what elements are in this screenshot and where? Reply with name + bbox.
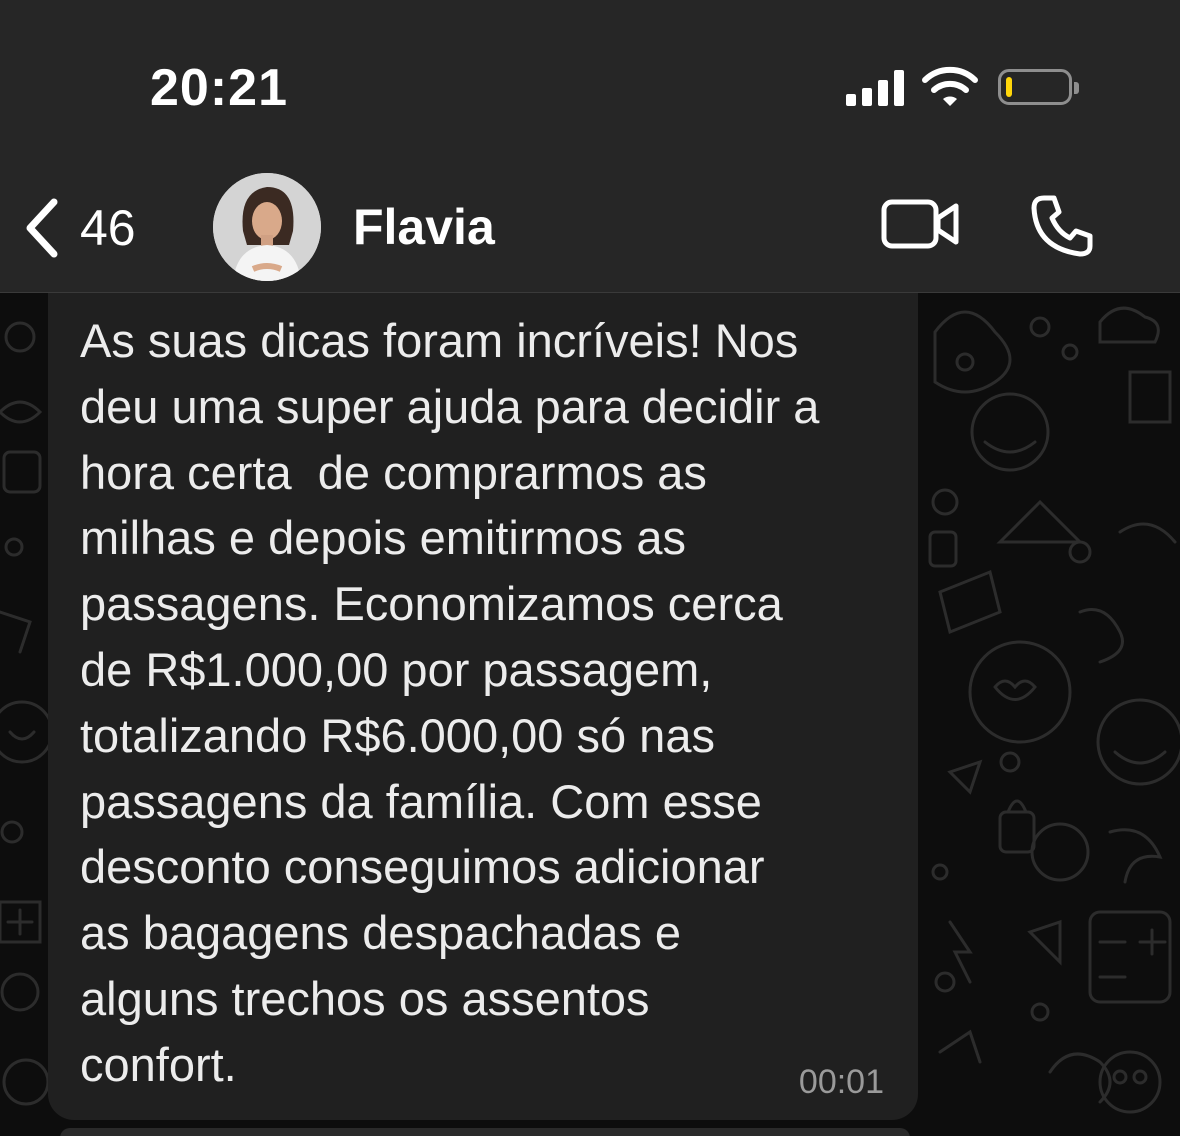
contact-avatar[interactable] (213, 173, 321, 281)
battery-icon (998, 69, 1079, 105)
message-text: As suas dicas foram incríveis! Nos deu u… (80, 314, 820, 1091)
cellular-signal-icon (846, 70, 906, 106)
chat-screen: As suas dicas foram incríveis! Nos deu u… (0, 0, 1180, 1136)
status-bar-time: 20:21 (150, 59, 288, 117)
battery-nub (1074, 82, 1079, 94)
phone-icon[interactable] (1030, 192, 1096, 258)
video-camera-icon[interactable] (880, 196, 962, 252)
next-message-bubble[interactable] (60, 1128, 910, 1136)
unread-count: 46 (80, 200, 136, 256)
contact-photo (213, 173, 321, 281)
battery-level-fill (1006, 77, 1012, 97)
chevron-left-icon (26, 198, 58, 258)
contact-name[interactable]: Flavia (353, 198, 495, 256)
received-message-bubble[interactable]: As suas dicas foram incríveis! Nos deu u… (48, 270, 918, 1120)
message-timestamp: 00:01 (798, 1063, 884, 1101)
back-button[interactable]: 46 (22, 188, 136, 268)
wifi-icon (922, 66, 978, 106)
chat-header: 20:21 46 Flavia (0, 0, 1180, 293)
